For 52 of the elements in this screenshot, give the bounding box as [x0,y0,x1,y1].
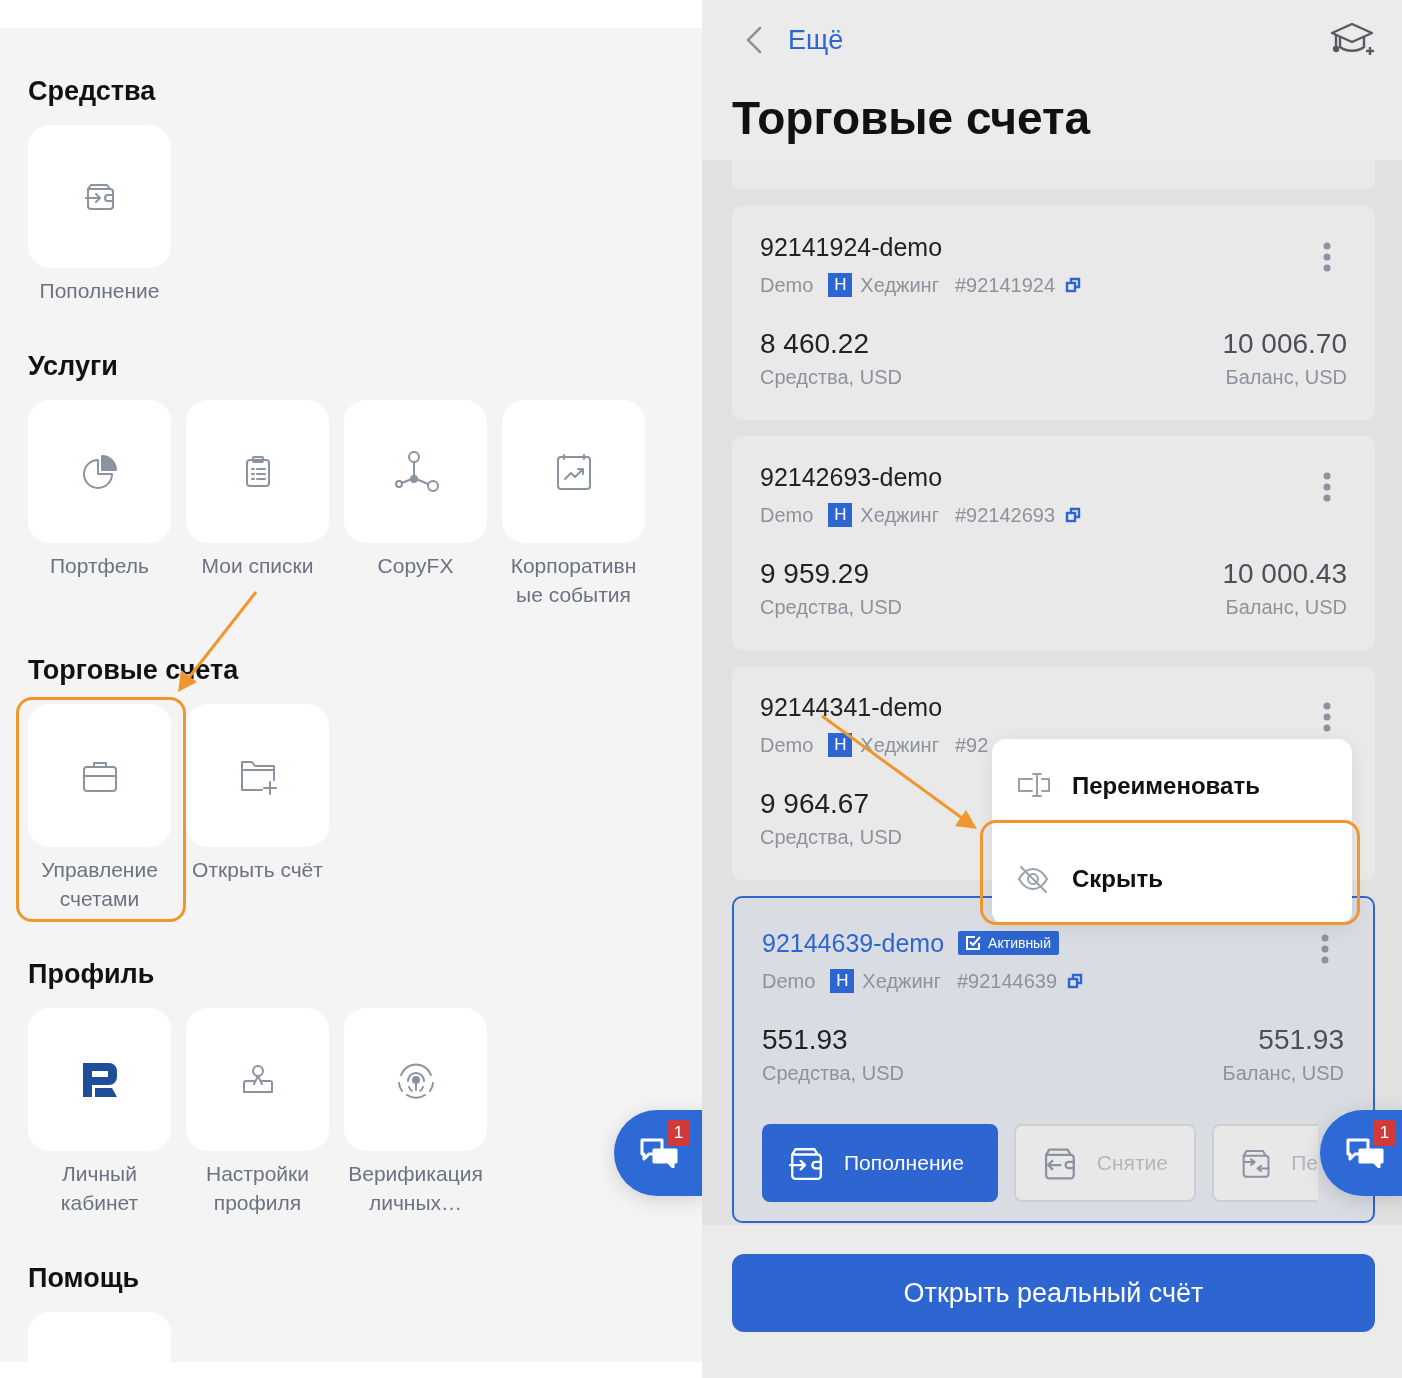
mode-badge: H [828,733,853,757]
account-number: #92144639 [956,969,1058,993]
tile-label: Управление счетами [40,857,159,912]
section-title: Профиль [28,958,156,991]
tile-label: Настройки профиля [205,1161,310,1216]
account-type: Demo [760,733,814,757]
equity-label: Средства, USD [760,595,902,620]
equity-value: 8 460.22 [760,328,870,360]
tile-label: Открыть счёт [191,857,324,883]
tile-label: Личный кабинет [59,1161,140,1216]
section-title: Помощь [28,1262,141,1295]
account-type: Demo [760,503,814,527]
balance-label: Баланс, USD [1224,595,1347,620]
balance-label: Баланс, USD [1222,1061,1344,1086]
equity-label: Средства, USD [762,1061,904,1086]
page-title: Торговые счета [732,91,1092,146]
balance-value: 10 006.70 [1222,328,1347,360]
notification-badge: 1 [1373,1120,1396,1146]
account-mode: Хеджинг [860,733,939,757]
notification-badge: 1 [667,1120,690,1146]
equity-value: 9 964.67 [760,788,870,820]
tile-label: Портфель [48,553,151,579]
account-name: 92141924-demo [760,232,943,262]
account-name: 92144639-demo [762,928,945,958]
account-mode: Хеджинг [860,503,939,527]
tile-label: CopyFX [376,553,455,579]
account-number: #92142693 [954,503,1056,527]
account-name: 92144341-demo [760,692,943,722]
account-number: #92141924 [954,273,1056,297]
section-title: Средства [28,75,157,108]
badge-text: Активный [988,935,1051,951]
account-mode: Хеджинг [862,969,941,993]
account-name: 92142693-demo [760,462,943,492]
equity-value: 9 959.29 [760,558,870,590]
equity-value: 551.93 [762,1024,849,1056]
tile-label: Корпоративные события [509,553,638,608]
tile-label: Мои списки [200,553,315,579]
account-mode: Хеджинг [860,273,939,297]
account-number: #92 [954,733,989,757]
equity-label: Средства, USD [760,365,902,390]
mode-badge: H [828,503,853,527]
account-type: Demo [762,969,816,993]
balance-value: 551.93 [1257,1024,1344,1056]
mode-badge: H [830,969,855,993]
mode-badge: H [828,273,853,297]
tile-label: Верификация личных… [347,1161,484,1216]
tile-label: Пополнение [38,278,161,304]
balance-value: 10 000.43 [1222,558,1347,590]
equity-label: Средства, USD [760,825,902,850]
account-type: Demo [760,273,814,297]
balance-label: Баланс, USD [1224,365,1347,390]
section-title: Услуги [28,350,119,383]
